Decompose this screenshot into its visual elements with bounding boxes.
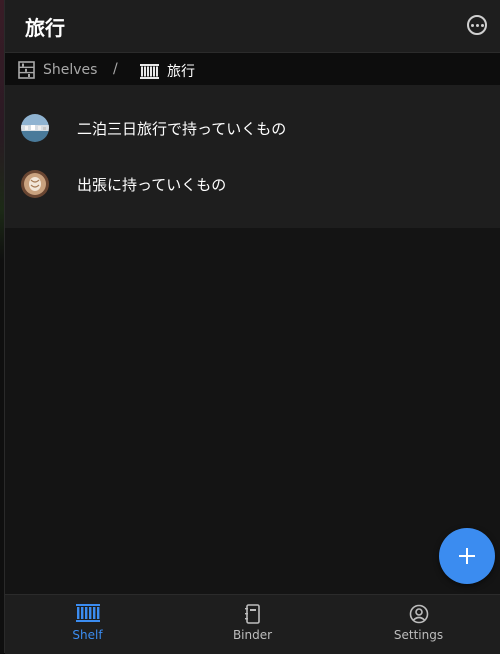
tab-bar: Shelf Binder Settings [5,594,500,654]
tab-shelf[interactable]: Shelf [5,595,170,654]
list-item-label: 出張に持っていくもの [77,176,227,194]
latte-art-thumbnail [21,170,49,198]
more-dot-icon [480,23,484,27]
breadcrumb-separator: / [113,61,118,77]
breadcrumb-shelves-label: Shelves [43,62,98,78]
shelf-icon [140,63,159,79]
binder-icon [244,604,261,628]
shelf-icon [75,604,100,626]
tab-settings[interactable]: Settings [336,595,500,654]
app-window: 旅行 Shelves / 旅行 二泊三日旅行で持っていくもの 出張に持っていくも… [4,0,500,654]
tab-settings-label: Settings [393,628,444,642]
breadcrumb-shelves[interactable]: Shelves [18,61,97,79]
header: 旅行 [5,0,500,53]
tab-binder-label: Binder [232,628,273,642]
tab-binder[interactable]: Binder [170,595,335,654]
breadcrumb: Shelves / 旅行 [5,53,500,85]
tab-shelf-label: Shelf [72,628,103,642]
notebook-list: 二泊三日旅行で持っていくもの 出張に持っていくもの [5,85,500,228]
more-options-button[interactable] [467,15,487,35]
page-title: 旅行 [25,16,65,40]
more-dot-icon [475,23,479,27]
add-button[interactable] [439,528,495,584]
shelves-icon [18,61,35,79]
list-item[interactable]: 二泊三日旅行で持っていくもの [5,100,500,156]
more-dot-icon [470,23,474,27]
plus-icon [459,548,475,564]
breadcrumb-current-label: 旅行 [167,64,195,80]
landscape-thumbnail [21,114,49,142]
list-item[interactable]: 出張に持っていくもの [5,156,500,212]
settings-icon [409,604,429,628]
list-item-label: 二泊三日旅行で持っていくもの [77,120,287,138]
breadcrumb-current: 旅行 [140,61,195,81]
